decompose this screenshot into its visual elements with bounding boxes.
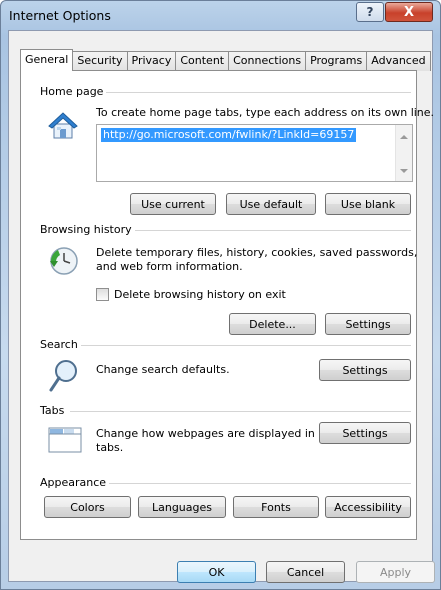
tabs-description-line2: tabs. xyxy=(96,441,124,454)
appearance-divider xyxy=(108,483,411,484)
close-icon: X xyxy=(403,4,415,20)
tab-privacy[interactable]: Privacy xyxy=(126,51,177,71)
tab-general[interactable]: General xyxy=(20,49,74,71)
use-blank-button[interactable]: Use blank xyxy=(325,193,411,215)
help-button[interactable]: ? xyxy=(356,2,384,22)
fonts-button[interactable]: Fonts xyxy=(233,496,319,518)
search-description: Change search defaults. xyxy=(96,363,230,376)
close-button[interactable]: X xyxy=(385,2,433,22)
search-divider xyxy=(80,345,411,346)
cancel-button[interactable]: Cancel xyxy=(266,561,345,583)
browsing-history-group-label: Browsing history xyxy=(40,223,135,236)
tabs-description-line1: Change how webpages are displayed in xyxy=(96,427,315,440)
languages-button[interactable]: Languages xyxy=(138,496,226,518)
tab-advanced[interactable]: Advanced xyxy=(366,51,431,71)
title-bar[interactable]: Internet Options ? X xyxy=(1,1,440,31)
appearance-group-label: Appearance xyxy=(40,476,110,489)
delete-history-button[interactable]: Delete... xyxy=(229,313,316,335)
search-settings-button[interactable]: Settings xyxy=(319,359,411,381)
delete-on-exit-label[interactable]: Delete browsing history on exit xyxy=(114,288,286,302)
tab-programs[interactable]: Programs xyxy=(305,51,368,71)
use-current-button[interactable]: Use current xyxy=(130,193,216,215)
tabs-divider xyxy=(70,411,411,412)
browsing-history-description-line1: Delete temporary files, history, cookies… xyxy=(96,246,418,259)
apply-button[interactable]: Apply xyxy=(356,561,435,583)
tab-security[interactable]: Security xyxy=(72,51,128,71)
tab-content[interactable]: Content xyxy=(175,51,230,71)
home-page-group-label: Home page xyxy=(40,85,107,98)
accessibility-button[interactable]: Accessibility xyxy=(325,496,411,518)
home-page-url-text: http://go.microsoft.com/fwlink/?LinkId=6… xyxy=(101,128,357,142)
home-icon xyxy=(46,108,80,142)
browsing-history-divider xyxy=(125,230,411,231)
home-page-description: To create home page tabs, type each addr… xyxy=(96,106,435,119)
browsing-history-description-line2: and web form information. xyxy=(96,260,243,273)
delete-on-exit-checkbox[interactable] xyxy=(96,288,109,301)
help-icon: ? xyxy=(366,5,374,19)
home-page-scrollbar[interactable] xyxy=(395,125,412,181)
home-page-url-textarea[interactable]: http://go.microsoft.com/fwlink/?LinkId=6… xyxy=(96,124,413,182)
tabs-group-label: Tabs xyxy=(40,404,68,417)
scroll-down-arrow-icon[interactable] xyxy=(400,169,408,173)
scroll-up-arrow-icon[interactable] xyxy=(400,135,408,139)
search-magnifier-icon xyxy=(48,358,80,394)
window-title: Internet Options xyxy=(9,8,111,23)
tab-strip: General Security Privacy Content Connect… xyxy=(20,49,431,71)
tab-connections[interactable]: Connections xyxy=(228,51,307,71)
use-default-button[interactable]: Use default xyxy=(226,193,316,215)
ok-button[interactable]: OK xyxy=(177,561,256,583)
tabs-window-icon xyxy=(47,424,83,454)
history-settings-button[interactable]: Settings xyxy=(325,313,411,335)
home-page-divider xyxy=(100,92,411,93)
search-group-label: Search xyxy=(40,338,81,351)
colors-button[interactable]: Colors xyxy=(44,496,131,518)
history-icon xyxy=(48,245,80,277)
tabs-settings-button[interactable]: Settings xyxy=(319,422,411,444)
